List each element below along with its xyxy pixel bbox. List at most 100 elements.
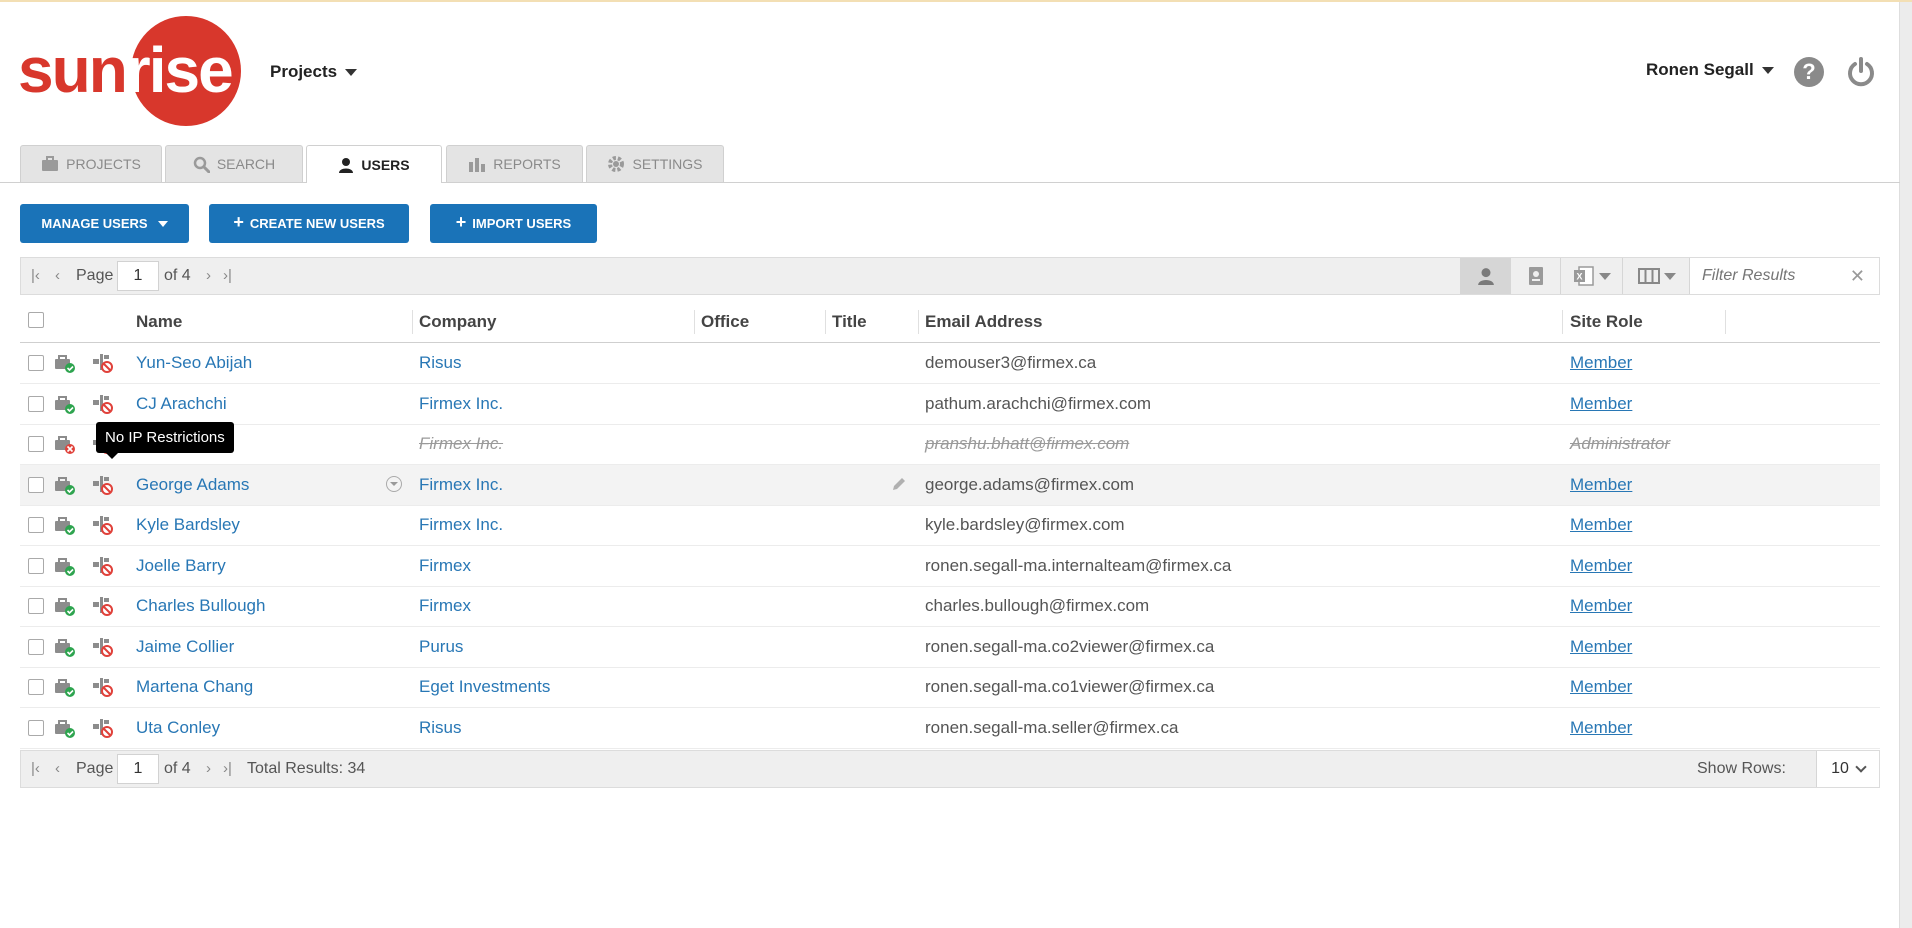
site-role-link[interactable]: Member <box>1570 353 1632 373</box>
site-role-link[interactable]: Member <box>1570 475 1632 495</box>
site-role-link[interactable]: Member <box>1570 556 1632 576</box>
column-header-company[interactable]: Company <box>419 312 496 332</box>
tab-search[interactable]: SEARCH <box>165 145 303 182</box>
table-row[interactable]: Firmex Inc. pranshu.bhatt@firmex.com Adm… <box>20 424 1880 465</box>
row-checkbox[interactable] <box>28 396 44 412</box>
sunrise-logo[interactable]: sunrise <box>18 16 241 126</box>
view-contacts-button[interactable] <box>1510 258 1561 294</box>
company-link[interactable]: Eget Investments <box>419 677 550 697</box>
manage-users-button[interactable]: MANAGE USERS <box>20 204 189 243</box>
table-row[interactable]: Charles Bullough Firmex charles.bullough… <box>20 586 1880 627</box>
company-link[interactable]: Firmex Inc. <box>419 515 503 535</box>
table-row[interactable]: Joelle Barry Firmex ronen.segall-ma.inte… <box>20 546 1880 587</box>
row-checkbox[interactable] <box>28 558 44 574</box>
row-checkbox[interactable] <box>28 477 44 493</box>
tab-reports[interactable]: REPORTS <box>446 145 583 182</box>
columns-picker-button[interactable] <box>1622 258 1691 294</box>
user-name-link[interactable]: George Adams <box>136 475 249 495</box>
first-page-icon[interactable]: |‹ <box>31 267 40 284</box>
view-users-button[interactable] <box>1460 258 1511 294</box>
last-page-icon[interactable]: ›| <box>223 267 232 284</box>
page-scrollbar[interactable] <box>1899 2 1912 928</box>
site-role-link[interactable]: Member <box>1570 394 1632 414</box>
column-header-name[interactable]: Name <box>136 312 182 332</box>
table-row[interactable]: Uta Conley Risus ronen.segall-ma.seller@… <box>20 708 1880 749</box>
user-name-link[interactable]: Yun-Seo Abijah <box>136 353 252 373</box>
ip-restriction-icon[interactable] <box>92 475 114 495</box>
clear-filter-icon[interactable]: ✕ <box>1850 266 1865 287</box>
user-name-link[interactable]: Charles Bullough <box>136 596 265 616</box>
column-header-site-role[interactable]: Site Role <box>1570 312 1643 332</box>
user-name-link[interactable]: CJ Arachchi <box>136 394 227 414</box>
help-icon[interactable]: ? <box>1794 57 1824 87</box>
project-access-icon[interactable] <box>54 353 76 373</box>
row-checkbox[interactable] <box>28 598 44 614</box>
ip-restriction-icon[interactable] <box>92 515 114 535</box>
site-role-link[interactable]: Member <box>1570 596 1632 616</box>
projects-dropdown[interactable]: Projects <box>270 62 358 82</box>
select-all-checkbox[interactable] <box>28 312 44 328</box>
project-access-icon[interactable] <box>54 637 76 657</box>
next-page-icon[interactable]: › <box>206 267 211 284</box>
company-link[interactable]: Risus <box>419 718 462 738</box>
page-number-input[interactable] <box>117 754 159 784</box>
project-access-icon[interactable] <box>54 556 76 576</box>
row-expand-icon[interactable] <box>386 476 402 492</box>
row-checkbox[interactable] <box>28 355 44 371</box>
rows-per-page-select[interactable]: 10 <box>1816 751 1879 787</box>
user-menu-dropdown[interactable]: Ronen Segall <box>1646 60 1774 80</box>
tab-settings[interactable]: SETTINGS <box>586 145 724 182</box>
column-header-office[interactable]: Office <box>701 312 749 332</box>
company-link[interactable]: Firmex <box>419 556 471 576</box>
tab-users[interactable]: USERS <box>306 145 442 183</box>
project-access-icon[interactable] <box>54 475 76 495</box>
user-name-link[interactable]: Uta Conley <box>136 718 220 738</box>
user-name-link[interactable]: Joelle Barry <box>136 556 226 576</box>
site-role-link[interactable]: Member <box>1570 718 1632 738</box>
row-checkbox[interactable] <box>28 679 44 695</box>
project-access-icon[interactable] <box>54 596 76 616</box>
project-access-icon[interactable] <box>54 434 76 454</box>
table-row[interactable]: Kyle Bardsley Firmex Inc. kyle.bardsley@… <box>20 505 1880 546</box>
project-access-icon[interactable] <box>54 515 76 535</box>
user-name-link[interactable]: Martena Chang <box>136 677 253 697</box>
ip-restriction-icon[interactable] <box>92 637 114 657</box>
prev-page-icon[interactable]: ‹ <box>55 267 60 284</box>
user-name-link[interactable]: Jaime Collier <box>136 637 234 657</box>
project-access-icon[interactable] <box>54 677 76 697</box>
ip-restriction-icon[interactable] <box>92 718 114 738</box>
first-page-icon[interactable]: |‹ <box>31 760 40 777</box>
company-link[interactable]: Firmex Inc. <box>419 434 503 454</box>
table-row[interactable]: Yun-Seo Abijah Risus demouser3@firmex.ca… <box>20 343 1880 384</box>
row-checkbox[interactable] <box>28 720 44 736</box>
next-page-icon[interactable]: › <box>206 760 211 777</box>
column-header-title[interactable]: Title <box>832 312 867 332</box>
edit-pencil-icon[interactable] <box>890 475 908 493</box>
site-role-link[interactable]: Administrator <box>1570 434 1670 454</box>
table-row[interactable]: CJ Arachchi Firmex Inc. pathum.arachchi@… <box>20 384 1880 425</box>
table-row[interactable]: Jaime Collier Purus ronen.segall-ma.co2v… <box>20 627 1880 668</box>
row-checkbox[interactable] <box>28 436 44 452</box>
export-excel-button[interactable]: X <box>1560 258 1623 294</box>
company-link[interactable]: Purus <box>419 637 463 657</box>
user-name-link[interactable]: Kyle Bardsley <box>136 515 240 535</box>
tab-projects[interactable]: PROJECTS <box>20 145 162 182</box>
import-users-button[interactable]: + IMPORT USERS <box>430 204 597 243</box>
table-row[interactable]: Martena Chang Eget Investments ronen.seg… <box>20 667 1880 708</box>
company-link[interactable]: Firmex Inc. <box>419 394 503 414</box>
ip-restriction-icon[interactable] <box>92 596 114 616</box>
site-role-link[interactable]: Member <box>1570 515 1632 535</box>
table-row[interactable]: George Adams Firmex Inc. george.adams@fi… <box>20 465 1880 506</box>
row-checkbox[interactable] <box>28 517 44 533</box>
column-header-email[interactable]: Email Address <box>925 312 1042 332</box>
power-icon[interactable] <box>1845 56 1877 88</box>
project-access-icon[interactable] <box>54 394 76 414</box>
ip-restriction-icon[interactable] <box>92 677 114 697</box>
company-link[interactable]: Firmex Inc. <box>419 475 503 495</box>
project-access-icon[interactable] <box>54 718 76 738</box>
ip-restriction-icon[interactable] <box>92 556 114 576</box>
page-number-input[interactable] <box>117 261 159 291</box>
create-new-users-button[interactable]: + CREATE NEW USERS <box>209 204 409 243</box>
site-role-link[interactable]: Member <box>1570 677 1632 697</box>
row-checkbox[interactable] <box>28 639 44 655</box>
